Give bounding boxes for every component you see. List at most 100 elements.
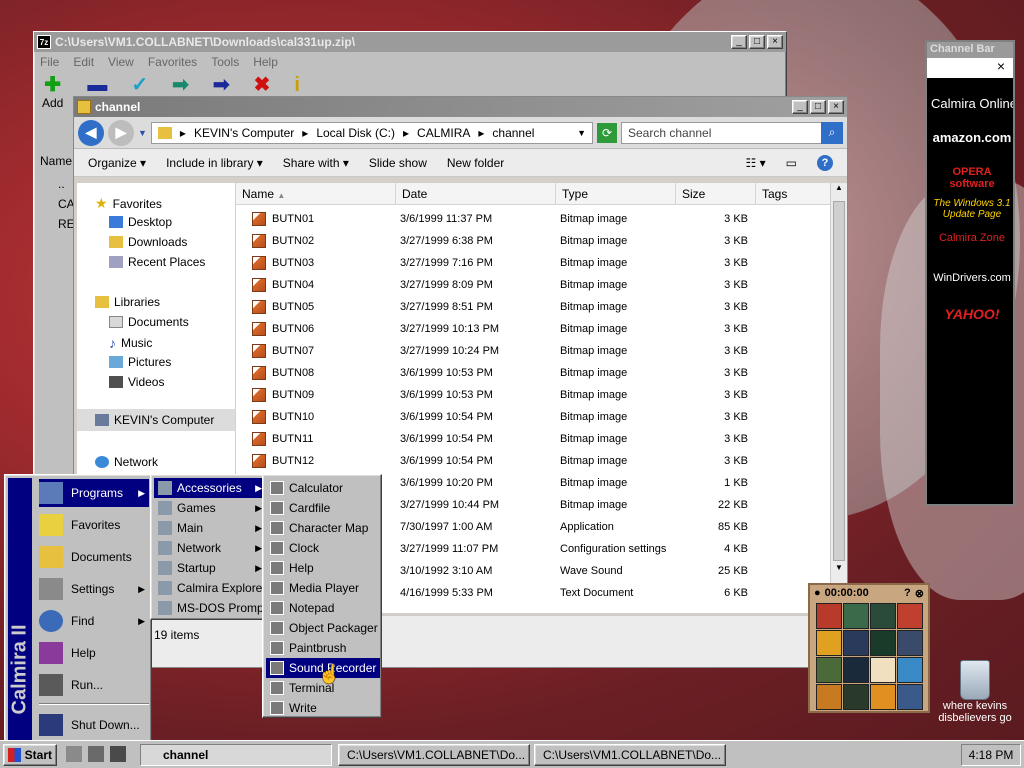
puzzle-tile[interactable] <box>870 630 896 656</box>
include-library-button[interactable]: Include in library ▾ <box>166 156 263 170</box>
task-zip-window-1[interactable]: C:\Users\VM1.COLLABNET\Do... <box>338 744 530 766</box>
puzzle-tile[interactable] <box>870 603 896 629</box>
column-date[interactable]: Date <box>396 183 556 205</box>
history-chevron-icon[interactable]: ▼ <box>138 128 147 138</box>
column-name[interactable]: Name ▲ <box>236 183 396 205</box>
extract-button[interactable]: ▬ <box>87 74 107 96</box>
programs-item[interactable]: Calmira Explorer <box>154 578 268 598</box>
zip-item-parent[interactable]: .. <box>58 177 65 191</box>
channel-bar[interactable]: Channel Bar × Calmira Online amazon.com … <box>925 40 1015 506</box>
table-row[interactable]: BUTN05 3/27/1999 8:51 PM Bitmap image 3 KB <box>236 297 832 319</box>
puzzle-tile[interactable] <box>897 657 923 683</box>
accessories-item[interactable]: Media Player <box>266 578 380 598</box>
accessories-item[interactable]: Calculator <box>266 478 380 498</box>
programs-submenu[interactable]: Accessories ▶ Games ▶ Main ▶ Network ▶ Startup ▶ C… <box>150 474 270 620</box>
start-settings[interactable]: Settings ▶ <box>39 575 149 603</box>
channel-window-titlebar[interactable]: channel _ □ × <box>74 97 847 117</box>
delete-button[interactable]: ✖ <box>254 74 271 96</box>
puzzle-tile[interactable] <box>843 603 869 629</box>
start-favorites[interactable]: Favorites <box>39 511 149 539</box>
puzzle-tile[interactable] <box>897 603 923 629</box>
puzzle-tile[interactable] <box>843 630 869 656</box>
minimize-button[interactable]: _ <box>731 35 747 49</box>
accessories-item[interactable]: Clock <box>266 538 380 558</box>
puzzle-tile[interactable] <box>816 603 842 629</box>
maximize-button[interactable]: □ <box>749 35 765 49</box>
puzzle-tile[interactable] <box>816 657 842 683</box>
table-row[interactable]: BUTN12 3/6/1999 10:54 PM Bitmap image 3 KB <box>236 451 832 473</box>
slide-show-button[interactable]: Slide show <box>369 156 427 170</box>
nav-network[interactable]: Network <box>95 455 158 469</box>
channel-amazon[interactable]: amazon.com <box>931 130 1013 145</box>
start-run[interactable]: Run... <box>39 671 149 699</box>
start-menu[interactable]: Calmira II Programs ▶ Favorites Documents… <box>4 474 152 742</box>
table-row[interactable]: BUTN10 3/6/1999 10:54 PM Bitmap image 3 KB <box>236 407 832 429</box>
table-row[interactable]: BUTN03 3/27/1999 7:16 PM Bitmap image 3 KB <box>236 253 832 275</box>
address-dropdown-icon[interactable]: ▼ <box>577 128 586 138</box>
back-button[interactable]: ◀ <box>78 119 104 146</box>
maximize-button[interactable]: □ <box>810 100 826 114</box>
breadcrumb-channel[interactable]: channel <box>492 126 534 140</box>
scroll-up-icon[interactable]: ▲ <box>831 183 847 199</box>
menu-view[interactable]: View <box>108 55 134 69</box>
channel-bar-close-icon[interactable]: × <box>927 58 1013 78</box>
start-find[interactable]: Find ▶ <box>39 607 149 635</box>
start-shut-down[interactable]: Shut Down... <box>39 711 149 739</box>
programs-item[interactable]: Accessories ▶ <box>154 478 268 498</box>
menu-tools[interactable]: Tools <box>211 55 239 69</box>
nav-downloads[interactable]: Downloads <box>109 235 187 249</box>
address-bar[interactable]: ▸ KEVIN's Computer ▸ Local Disk (C:) ▸ C… <box>150 121 593 144</box>
accessories-item[interactable]: Notepad <box>266 598 380 618</box>
nav-music[interactable]: ♪ Music <box>109 335 152 351</box>
start-programs[interactable]: Programs ▶ <box>39 479 149 507</box>
zip-col-name[interactable]: Name <box>40 154 72 168</box>
table-row[interactable]: BUTN07 3/27/1999 10:24 PM Bitmap image 3 KB <box>236 341 832 363</box>
channel-opera[interactable]: OPERA software <box>931 166 1013 190</box>
start-documents[interactable]: Documents <box>39 543 149 571</box>
nav-computer[interactable]: KEVIN's Computer <box>77 409 235 431</box>
view-options-icon[interactable]: ☷ ▾ <box>746 156 766 170</box>
system-tray-clock[interactable]: 4:18 PM <box>961 744 1021 766</box>
column-tags[interactable]: Tags <box>756 183 832 205</box>
copy-button[interactable]: ➡ <box>172 74 189 96</box>
nav-libraries[interactable]: Libraries <box>95 295 160 309</box>
nav-pictures[interactable]: Pictures <box>109 355 171 369</box>
recycle-bin[interactable]: where kevins disbelievers go <box>930 660 1020 724</box>
puzzle-tile[interactable] <box>843 657 869 683</box>
table-row[interactable]: BUTN04 3/27/1999 8:09 PM Bitmap image 3 KB <box>236 275 832 297</box>
table-row[interactable]: BUTN02 3/27/1999 6:38 PM Bitmap image 3 KB <box>236 231 832 253</box>
puzzle-titlebar[interactable]: ● 00:00:00 ? ⊗ <box>810 585 928 601</box>
menu-file[interactable]: File <box>40 55 59 69</box>
channel-windrivers[interactable]: WinDrivers.com <box>931 272 1013 284</box>
scroll-thumb[interactable] <box>833 201 845 561</box>
new-folder-button[interactable]: New folder <box>447 156 504 170</box>
share-with-button[interactable]: Share with ▾ <box>283 156 349 170</box>
move-button[interactable]: ➡ <box>213 74 230 96</box>
programs-item[interactable]: MS-DOS Prompt <box>154 598 268 618</box>
puzzle-help-icon[interactable]: ? <box>904 587 911 599</box>
task-zip-window-2[interactable]: C:\Users\VM1.COLLABNET\Do... <box>534 744 726 766</box>
puzzle-game[interactable]: ● 00:00:00 ? ⊗ <box>808 583 930 713</box>
puzzle-tile[interactable] <box>816 630 842 656</box>
channel-windows-update[interactable]: The Windows 3.1 Update Page <box>931 198 1013 220</box>
accessories-item[interactable]: Write <box>266 698 380 718</box>
programs-item[interactable]: Main ▶ <box>154 518 268 538</box>
quick-launch-explorer-icon[interactable] <box>66 746 82 762</box>
programs-item[interactable]: Network ▶ <box>154 538 268 558</box>
channel-bar-titlebar[interactable]: Channel Bar <box>927 42 1013 58</box>
preview-pane-icon[interactable]: ▭ <box>786 156 797 170</box>
table-row[interactable]: BUTN09 3/6/1999 10:53 PM Bitmap image 3 KB <box>236 385 832 407</box>
refresh-icon[interactable]: ⟳ <box>597 122 617 143</box>
accessories-item[interactable]: Object Packager <box>266 618 380 638</box>
breadcrumb-computer[interactable]: KEVIN's Computer <box>194 126 294 140</box>
task-channel[interactable]: channel <box>140 744 332 766</box>
vertical-scrollbar[interactable]: ▲ ▼ <box>830 183 847 583</box>
table-row[interactable]: BUTN06 3/27/1999 10:13 PM Bitmap image 3 KB <box>236 319 832 341</box>
puzzle-tile[interactable] <box>897 630 923 656</box>
quick-launch-desktop-icon[interactable] <box>88 746 104 762</box>
start-button[interactable]: Start <box>3 744 57 766</box>
column-type[interactable]: Type <box>556 183 676 205</box>
accessories-item[interactable]: Cardfile <box>266 498 380 518</box>
menu-help[interactable]: Help <box>253 55 278 69</box>
puzzle-tile[interactable] <box>816 684 842 710</box>
